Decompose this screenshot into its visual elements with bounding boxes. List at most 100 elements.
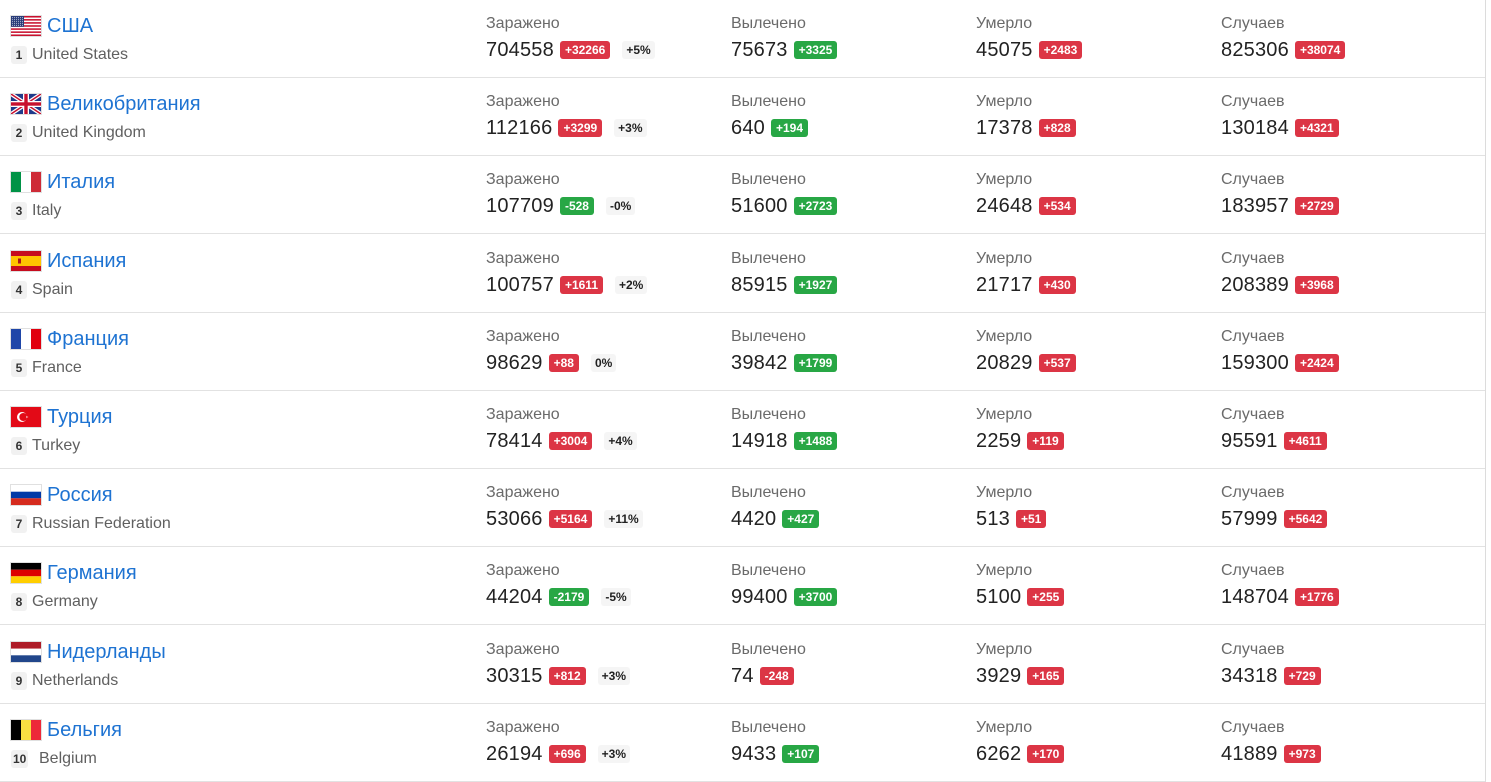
infected-delta-badge: +3004: [548, 432, 593, 450]
cases-stat: Случаев 34318 +729: [1221, 626, 1461, 703]
uk-flag-icon: [11, 94, 41, 114]
infected-stat: Заражено 704558 +32266 +5%: [486, 0, 726, 77]
deaths-value-line: 45075 +2483: [976, 37, 1083, 63]
infected-label: Заражено: [486, 562, 560, 579]
recovered-value-line: 85915 +1927: [731, 272, 838, 298]
recovered-value-line: 51600 +2723: [731, 193, 838, 219]
recovered-value-line: 75673 +3325: [731, 37, 838, 63]
france-flag-icon: [11, 329, 41, 349]
recovered-label: Вылечено: [731, 641, 806, 658]
infected-value: 30315: [486, 665, 543, 687]
cases-stat: Случаев 208389 +3968: [1221, 235, 1461, 312]
country-link[interactable]: Россия: [47, 482, 113, 508]
cases-label: Случаев: [1221, 484, 1285, 501]
deaths-label: Умерло: [976, 484, 1033, 501]
infected-value: 107709: [486, 195, 554, 217]
recovered-stat: Вылечено 14918 +1488: [731, 391, 971, 468]
deaths-value-line: 20829 +537: [976, 350, 1076, 376]
country-row: США 1 United States Заражено 704558 +32266 +5%…: [0, 0, 1485, 78]
recovered-value: 640: [731, 117, 765, 139]
rank-badge: 6: [11, 437, 27, 455]
country-link[interactable]: Великобритания: [47, 91, 201, 117]
cases-stat: Случаев 159300 +2424: [1221, 313, 1461, 390]
rank-badge: 5: [11, 359, 27, 377]
infected-delta-badge: +812: [548, 667, 586, 685]
deaths-value: 513: [976, 508, 1010, 530]
infected-value-line: 26194 +696 +3%: [486, 741, 631, 767]
cases-delta-badge: +4611: [1283, 432, 1327, 450]
recovered-delta-badge: +107: [782, 745, 820, 763]
deaths-value: 20829: [976, 352, 1033, 374]
cases-value: 41889: [1221, 743, 1278, 765]
rank-badge: 4: [11, 281, 27, 299]
recovered-stat: Вылечено 74 -248: [731, 626, 971, 703]
country-cell: США 1 United States: [0, 0, 440, 77]
netherlands-flag-icon: [11, 642, 41, 662]
cases-label: Случаев: [1221, 719, 1285, 736]
infected-value: 44204: [486, 586, 543, 608]
recovered-label: Вылечено: [731, 328, 806, 345]
infected-stat: Заражено 53066 +5164 +11%: [486, 469, 726, 546]
country-name-en: Belgium: [39, 750, 97, 767]
recovered-delta-badge: +1799: [793, 354, 838, 372]
rank-badge: 9: [11, 672, 27, 690]
deaths-label: Умерло: [976, 171, 1033, 188]
recovered-label: Вылечено: [731, 15, 806, 32]
infected-percent-badge: +4%: [604, 432, 637, 450]
country-name-en: Germany: [32, 593, 98, 610]
country-row: Испания 4 Spain Заражено 100757 +1611 +2% Вылеч…: [0, 235, 1485, 313]
infected-percent-badge: +5%: [622, 41, 655, 59]
recovered-delta-badge: +1927: [793, 276, 838, 294]
infected-value-line: 53066 +5164 +11%: [486, 506, 643, 532]
cases-stat: Случаев 148704 +1776: [1221, 547, 1461, 624]
cases-value: 183957: [1221, 195, 1289, 217]
deaths-delta-badge: +828: [1038, 119, 1076, 137]
recovered-stat: Вылечено 85915 +1927: [731, 235, 971, 312]
deaths-label: Умерло: [976, 328, 1033, 345]
country-link[interactable]: Испания: [47, 248, 126, 274]
country-name-en: United Kingdom: [32, 124, 146, 141]
infected-percent-badge: +3%: [597, 745, 631, 763]
infected-value: 704558: [486, 39, 554, 61]
country-cell: Турция 6 Turkey: [0, 391, 440, 468]
country-cell: Бельгия 10 Belgium: [0, 704, 440, 781]
infected-label: Заражено: [486, 719, 560, 736]
deaths-label: Умерло: [976, 93, 1033, 110]
recovered-value: 85915: [731, 274, 788, 296]
deaths-stat: Умерло 3929 +165: [976, 626, 1216, 703]
country-link[interactable]: Бельгия: [47, 717, 122, 743]
recovered-stat: Вылечено 9433 +107: [731, 704, 971, 781]
country-link[interactable]: Турция: [47, 404, 112, 430]
cases-delta-badge: +2729: [1294, 197, 1339, 215]
deaths-stat: Умерло 17378 +828: [976, 78, 1216, 155]
deaths-value: 3929: [976, 665, 1022, 687]
country-link[interactable]: Италия: [47, 169, 115, 195]
us-flag-icon: [11, 16, 41, 36]
recovered-value: 39842: [731, 352, 788, 374]
country-link[interactable]: Франция: [47, 326, 129, 352]
infected-delta-badge: +5164: [548, 510, 593, 528]
country-row: Нидерланды 9 Netherlands Заражено 30315 +812 +…: [0, 626, 1485, 704]
country-link[interactable]: Нидерланды: [47, 639, 166, 665]
rank-badge: 8: [11, 593, 27, 611]
country-link[interactable]: США: [47, 13, 93, 39]
country-link[interactable]: Германия: [47, 560, 137, 586]
infected-value-line: 78414 +3004 +4%: [486, 428, 637, 454]
infected-value: 98629: [486, 352, 543, 374]
cases-value: 95591: [1221, 430, 1278, 452]
cases-delta-badge: +1776: [1294, 588, 1339, 606]
recovered-value: 9433: [731, 743, 777, 765]
recovered-value-line: 99400 +3700: [731, 584, 838, 610]
deaths-label: Умерло: [976, 562, 1033, 579]
deaths-value-line: 513 +51: [976, 506, 1047, 532]
recovered-delta-badge: +1488: [793, 432, 838, 450]
country-name-en: Italy: [32, 202, 62, 219]
infected-value: 26194: [486, 743, 543, 765]
country-row: Россия 7 Russian Federation Заражено 53066 +5…: [0, 469, 1485, 547]
infected-value-line: 44204 -2179 -5%: [486, 584, 631, 610]
infected-percent-badge: +3%: [614, 119, 647, 137]
country-row: Германия 8 Germany Заражено 44204 -2179 -5% Выл…: [0, 547, 1485, 625]
infected-delta-badge: +32266: [559, 41, 611, 59]
deaths-value: 17378: [976, 117, 1033, 139]
cases-label: Случаев: [1221, 562, 1285, 579]
